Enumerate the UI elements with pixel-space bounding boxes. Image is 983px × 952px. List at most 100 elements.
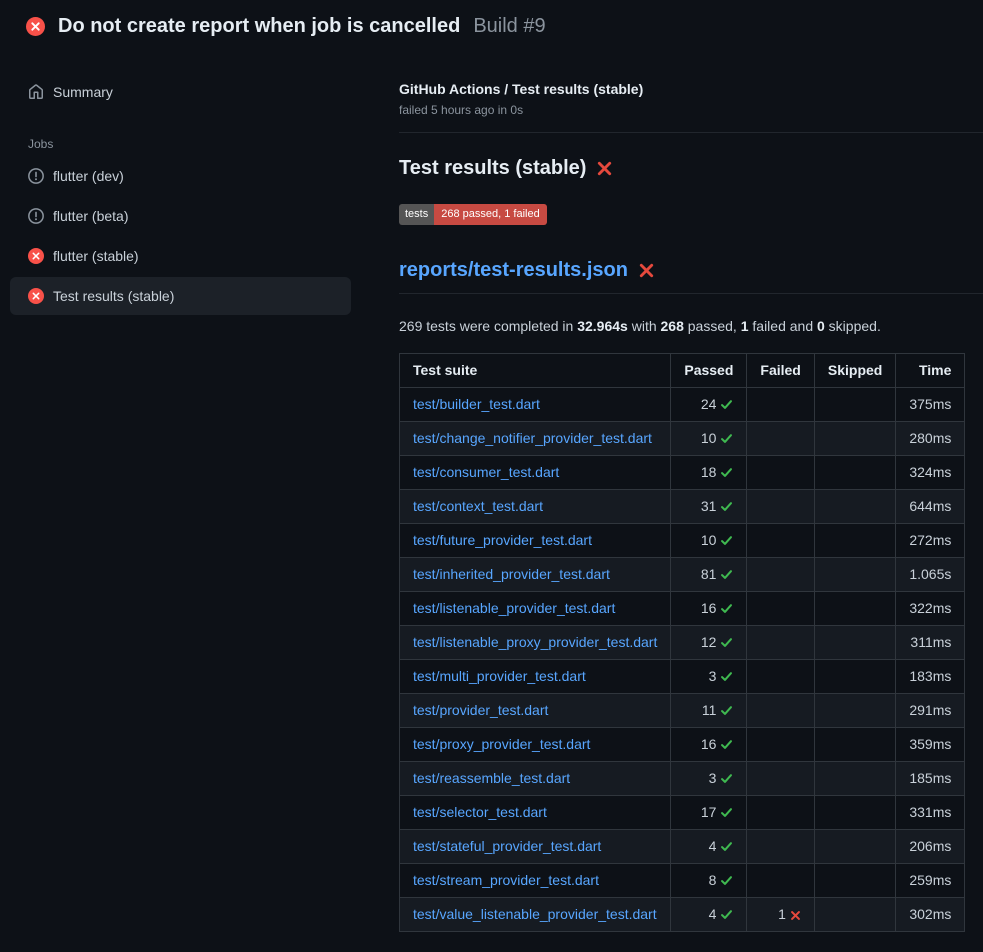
time-value: 272ms xyxy=(909,532,951,548)
test-suite-link[interactable]: test/reassemble_test.dart xyxy=(413,770,570,786)
table-row: test/stateful_provider_test.dart 4 206ms xyxy=(400,830,965,864)
passed-count: 3 xyxy=(709,770,717,786)
table-row: test/provider_test.dart 11 291ms xyxy=(400,694,965,728)
test-suite-cell: test/context_test.dart xyxy=(400,490,671,524)
failed-cell xyxy=(747,626,814,660)
test-suite-link[interactable]: test/stateful_provider_test.dart xyxy=(413,838,601,854)
failed-cell xyxy=(747,524,814,558)
table-row: test/change_notifier_provider_test.dart1… xyxy=(400,422,965,456)
passed-cell: 31 xyxy=(671,490,747,524)
passed-count: 11 xyxy=(702,702,717,718)
test-suite-cell: test/selector_test.dart xyxy=(400,796,671,830)
test-suite-cell: test/listenable_provider_test.dart xyxy=(400,592,671,626)
cross-mark-icon xyxy=(790,910,801,921)
test-suite-link[interactable]: test/builder_test.dart xyxy=(413,396,540,412)
column-header-passed: Passed xyxy=(671,354,747,388)
test-suite-link[interactable]: test/multi_provider_test.dart xyxy=(413,668,586,684)
test-suite-cell: test/future_provider_test.dart xyxy=(400,524,671,558)
test-suite-cell: test/provider_test.dart xyxy=(400,694,671,728)
passed-cell: 4 xyxy=(671,830,747,864)
check-mark-icon xyxy=(720,908,733,921)
summary-passed: 268 xyxy=(661,318,684,334)
test-suite-link[interactable]: test/provider_test.dart xyxy=(413,702,548,718)
passed-cell: 16 xyxy=(671,592,747,626)
test-suite-cell: test/reassemble_test.dart xyxy=(400,762,671,796)
time-cell: 291ms xyxy=(896,694,965,728)
sidebar-item-flutter-dev[interactable]: flutter (dev) xyxy=(10,157,351,195)
alert-circle-icon xyxy=(28,168,44,184)
skipped-cell xyxy=(814,796,895,830)
test-suite-link[interactable]: test/stream_provider_test.dart xyxy=(413,872,599,888)
passed-count: 31 xyxy=(701,498,717,514)
sidebar-item-label: flutter (beta) xyxy=(53,206,128,226)
test-suite-link[interactable]: test/change_notifier_provider_test.dart xyxy=(413,430,652,446)
passed-count: 18 xyxy=(701,464,717,480)
time-cell: 206ms xyxy=(896,830,965,864)
time-value: 302ms xyxy=(909,906,951,922)
x-circle-icon xyxy=(28,248,44,264)
test-suite-link[interactable]: test/selector_test.dart xyxy=(413,804,547,820)
column-header-test-suite: Test suite xyxy=(400,354,671,388)
passed-cell: 81 xyxy=(671,558,747,592)
time-cell: 311ms xyxy=(896,626,965,660)
test-suite-link[interactable]: test/context_test.dart xyxy=(413,498,543,514)
sidebar-item-flutter-beta[interactable]: flutter (beta) xyxy=(10,197,351,235)
test-suite-link[interactable]: test/listenable_provider_test.dart xyxy=(413,600,615,616)
passed-cell: 16 xyxy=(671,728,747,762)
passed-count: 16 xyxy=(701,736,717,752)
test-suite-link[interactable]: test/inherited_provider_test.dart xyxy=(413,566,610,582)
sidebar-item-flutter-stable[interactable]: flutter (stable) xyxy=(10,237,351,275)
sidebar-item-summary[interactable]: Summary xyxy=(10,73,351,111)
table-row: test/future_provider_test.dart10272ms xyxy=(400,524,965,558)
test-suite-link[interactable]: test/consumer_test.dart xyxy=(413,464,559,480)
sidebar-item-label: flutter (stable) xyxy=(53,246,139,266)
failed-cell xyxy=(747,762,814,796)
check-mark-icon xyxy=(720,806,733,819)
time-value: 183ms xyxy=(909,668,951,684)
passed-count: 4 xyxy=(709,838,717,854)
test-suite-cell: test/proxy_provider_test.dart xyxy=(400,728,671,762)
skipped-cell xyxy=(814,422,895,456)
failed-cell xyxy=(747,490,814,524)
summary-skipped: 0 xyxy=(817,318,825,334)
check-mark-icon xyxy=(720,500,733,513)
tests-badge: tests 268 passed, 1 failed xyxy=(399,204,547,225)
passed-count: 12 xyxy=(701,634,717,650)
sidebar-item-test-results-stable[interactable]: Test results (stable) xyxy=(10,277,351,315)
time-value: 359ms xyxy=(909,736,951,752)
check-mark-icon xyxy=(720,874,733,887)
jobs-heading: Jobs xyxy=(10,137,351,151)
failed-cell xyxy=(747,660,814,694)
badge-value: 268 passed, 1 failed xyxy=(434,204,546,225)
summary-line: 269 tests were completed in 32.964s with… xyxy=(399,316,983,336)
time-value: 206ms xyxy=(909,838,951,854)
time-value: 322ms xyxy=(909,600,951,616)
skipped-cell xyxy=(814,762,895,796)
x-circle-icon xyxy=(28,288,44,304)
failed-cell xyxy=(747,694,814,728)
time-value: 324ms xyxy=(909,464,951,480)
passed-cell: 12 xyxy=(671,626,747,660)
main-content: GitHub Actions / Test results (stable) f… xyxy=(375,51,983,952)
status-line: failed 5 hours ago in 0s xyxy=(399,103,983,117)
test-suite-link[interactable]: test/future_provider_test.dart xyxy=(413,532,592,548)
check-mark-icon xyxy=(720,840,733,853)
skipped-cell xyxy=(814,864,895,898)
table-row: test/stream_provider_test.dart8259ms xyxy=(400,864,965,898)
passed-cell: 11 xyxy=(671,694,747,728)
check-mark-icon xyxy=(720,432,733,445)
alert-circle-icon xyxy=(28,208,44,224)
time-cell: 1.065s xyxy=(896,558,965,592)
x-circle-icon xyxy=(26,17,45,36)
test-suite-link[interactable]: test/listenable_proxy_provider_test.dart xyxy=(413,634,657,650)
breadcrumb: GitHub Actions / Test results (stable) xyxy=(399,81,983,97)
table-row: test/consumer_test.dart 18 324ms xyxy=(400,456,965,490)
summary-text: passed, xyxy=(684,318,741,334)
table-row: test/context_test.dart31644ms xyxy=(400,490,965,524)
test-suite-link[interactable]: test/proxy_provider_test.dart xyxy=(413,736,590,752)
time-value: 280ms xyxy=(909,430,951,446)
report-title-link[interactable]: reports/test-results.json xyxy=(399,259,628,282)
check-mark-icon xyxy=(720,738,733,751)
check-mark-icon xyxy=(720,704,733,717)
test-suite-link[interactable]: test/value_listenable_provider_test.dart xyxy=(413,906,657,922)
